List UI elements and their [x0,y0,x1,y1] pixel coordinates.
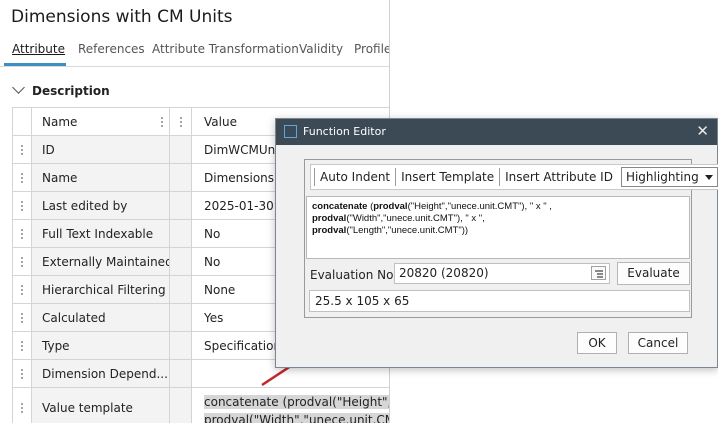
column-menu-icon[interactable] [161,116,163,127]
tabs-divider [0,66,389,67]
ok-button[interactable]: OK [577,332,617,354]
drag-handle-icon[interactable] [12,136,32,163]
close-icon[interactable]: ✕ [696,122,709,140]
value-template-line-1: concatenate (prodval("Height","unece.uni… [204,395,389,409]
row-name: Dimension Depend... [32,360,170,387]
drag-handle-icon[interactable] [12,388,32,423]
row-gap [170,388,192,423]
drag-handle-icon[interactable] [12,192,32,219]
row-gap [170,136,192,163]
row-gap [170,360,192,387]
drag-handle-icon[interactable] [12,248,32,275]
row-gap [170,276,192,303]
value-template-line-2: prodval("Width","unece.unit.CMT"), " x "… [204,413,389,423]
chevron-down-icon [12,81,25,94]
column-header-gap [170,108,192,135]
drag-handle-icon[interactable] [12,332,32,359]
node-picker-icon[interactable] [591,266,606,280]
tab-profile[interactable]: Profile [354,42,389,56]
expression-editor[interactable]: concatenate (prodval("Height","unece.uni… [306,196,690,259]
row-name: Last edited by [32,192,170,219]
cancel-button[interactable]: Cancel [628,332,688,354]
tab-attribute[interactable]: Attribute [12,42,65,56]
row-gap [170,164,192,191]
editor-frame: Auto Indent Insert Template Insert Attri… [304,159,718,318]
editor-toolbar: Auto Indent Insert Template Insert Attri… [310,164,718,190]
drag-handle-icon[interactable] [12,304,32,331]
insert-attribute-id-button[interactable]: Insert Attribute ID [499,168,618,186]
dialog-title-bar[interactable]: Function Editor ✕ [276,119,717,145]
row-name: Externally Maintained [32,248,170,275]
row-gap [170,304,192,331]
evaluation-result: 25.5 x 105 x 65 [309,290,690,312]
chevron-down-icon [704,174,713,180]
function-editor-dialog: Function Editor ✕ Auto Indent Insert Tem… [275,118,718,368]
row-gap [170,192,192,219]
insert-template-button[interactable]: Insert Template [395,168,499,186]
row-name: Full Text Indexable [32,220,170,247]
drag-handle-icon[interactable] [12,164,32,191]
header-handle [12,108,32,135]
page-title: Dimensions with CM Units [11,7,233,27]
row-gap [170,248,192,275]
evaluate-button[interactable]: Evaluate [617,262,690,285]
row-name: Value template [32,388,170,423]
table-row-value-template[interactable]: Value template concatenate (prodval("Hei… [12,388,389,423]
row-gap [170,220,192,247]
section-title: Description [32,84,110,98]
section-description-header[interactable]: Description [12,81,110,98]
column-header-name[interactable]: Name [32,108,170,135]
value-template-cell[interactable]: concatenate (prodval("Height","unece.uni… [192,388,389,423]
row-name: ID [32,136,170,163]
row-name: Name [32,164,170,191]
auto-indent-button[interactable]: Auto Indent [314,168,395,186]
column-menu-icon[interactable] [179,116,182,127]
row-name: Hierarchical Filtering [32,276,170,303]
tab-references[interactable]: References [78,42,145,56]
evaluation-node-field[interactable]: 20820 (20820) [394,263,610,284]
window-icon [284,125,297,138]
row-gap [170,332,192,359]
drag-handle-icon[interactable] [12,276,32,303]
row-name: Type [32,332,170,359]
tab-validity[interactable]: Validity [299,42,343,56]
drag-handle-icon[interactable] [12,220,32,247]
row-name: Calculated [32,304,170,331]
highlighting-dropdown[interactable]: Highlighting [620,167,718,187]
tab-attribute-transformation[interactable]: Attribute Transformation [152,42,299,56]
drag-handle-icon[interactable] [12,360,32,387]
dialog-title: Function Editor [303,125,386,138]
